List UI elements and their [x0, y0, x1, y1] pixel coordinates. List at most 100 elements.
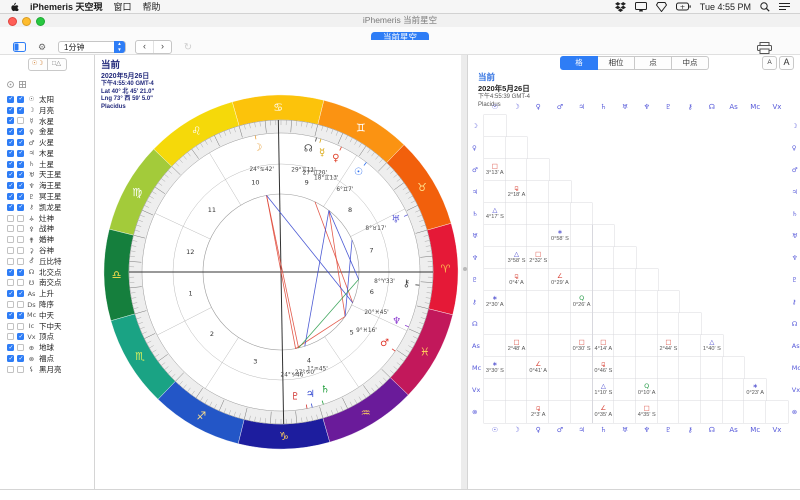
grid-checkbox-北交点[interactable]	[17, 269, 24, 276]
wheel-checkbox-天王星[interactable]	[7, 171, 14, 178]
diamond-icon[interactable]	[656, 2, 667, 12]
wheel-checkbox-福点[interactable]	[7, 355, 14, 362]
points-sidebar: ☉☽□△ ☉太阳☽月亮☿水星♀金星♂火星♃木星♄土星♅天王星♆海王星♇冥王星⚷凯…	[0, 55, 95, 489]
menu-clock[interactable]: Tue 4:55 PM	[700, 2, 751, 12]
aspect-cell-♄-♃	[571, 203, 593, 225]
font-larger-button[interactable]: A	[779, 56, 794, 70]
tab-格[interactable]: 格	[560, 56, 598, 70]
time-step-dropdown[interactable]: 1分钟 ▲▼	[58, 41, 126, 53]
display-icon[interactable]	[635, 2, 647, 12]
tab-中点[interactable]: 中点	[672, 56, 709, 70]
wheel-checkbox-火星[interactable]	[7, 139, 14, 146]
battery-icon[interactable]: +	[676, 2, 691, 11]
wheel-checkbox-太阳[interactable]	[7, 96, 14, 103]
wheel-checkbox-下中天[interactable]	[7, 323, 14, 330]
grid-checkbox-战神[interactable]	[17, 225, 24, 232]
sidebar-toggle-icon[interactable]	[12, 42, 26, 53]
aspect-orb-value: 0°35' A	[595, 412, 613, 419]
grid-checkbox-灶神[interactable]	[17, 215, 24, 222]
grid-checkbox-水星[interactable]	[17, 117, 24, 124]
wheel-checkbox-灶神[interactable]	[7, 215, 14, 222]
dropbox-icon[interactable]	[615, 2, 626, 12]
grid-checkbox-天王星[interactable]	[17, 171, 24, 178]
close-window-button[interactable]	[8, 17, 17, 26]
grid-col-header-bottom: Mc	[744, 426, 766, 434]
wheel-checkbox-降序[interactable]	[7, 301, 14, 308]
point-row-5: ♃木星	[7, 148, 94, 159]
grid-checkbox-谷神[interactable]	[17, 247, 24, 254]
gear-icon[interactable]: ⚙	[35, 42, 49, 53]
point-label: 婚神	[39, 234, 54, 245]
panel-splitter[interactable]	[461, 55, 468, 489]
tab-点[interactable]: 点	[635, 56, 672, 70]
wheel-checkbox-金星[interactable]	[7, 128, 14, 135]
sidebar-tab-bodies[interactable]: ☉☽	[28, 58, 48, 71]
grid-checkbox-凯龙星[interactable]	[17, 204, 24, 211]
stepper-icon[interactable]: ▲▼	[114, 41, 125, 53]
grid-checkbox-丘比特[interactable]	[17, 258, 24, 265]
wheel-checkbox-上升[interactable]	[7, 290, 14, 297]
wheel-checkbox-土星[interactable]	[7, 161, 14, 168]
step-forward-button[interactable]: ›	[154, 41, 171, 53]
grid-checkbox-冥王星[interactable]	[17, 193, 24, 200]
grid-checkbox-南交点[interactable]	[17, 279, 24, 286]
wheel-checkbox-冥王星[interactable]	[7, 193, 14, 200]
wheel-checkbox-海王星[interactable]	[7, 182, 14, 189]
step-back-button[interactable]: ‹	[136, 41, 154, 53]
point-row-11: ⚶灶神	[7, 213, 94, 224]
grid-checkbox-婚神[interactable]	[17, 236, 24, 243]
grid-checkbox-海王星[interactable]	[17, 182, 24, 189]
grid-checkbox-上升[interactable]	[17, 290, 24, 297]
wheel-checkbox-地球[interactable]	[7, 344, 14, 351]
aspect-cell-♅-♂: ∗0°58' S	[549, 225, 571, 247]
aspect-cell-♆-☽: △3°58' S	[506, 247, 528, 269]
grid-checkbox-火星[interactable]	[17, 139, 24, 146]
wheel-checkbox-谷神[interactable]	[7, 247, 14, 254]
house-number-5: 5	[350, 328, 354, 336]
menu-item-1[interactable]: 窗口	[114, 0, 132, 13]
grid-checkbox-黑月亮[interactable]	[17, 366, 24, 373]
grid-checkbox-顶点[interactable]	[17, 333, 24, 340]
apple-menu-icon[interactable]	[10, 1, 19, 12]
wheel-checkbox-中天[interactable]	[7, 312, 14, 319]
aspect-glyph-△: △	[709, 339, 714, 346]
splitter-handle[interactable]	[463, 267, 467, 271]
grid-checkbox-金星[interactable]	[17, 128, 24, 135]
refresh-now-icon[interactable]: ↻	[181, 42, 195, 53]
aspect-cell-♅-♀	[527, 225, 549, 247]
aspect-cell-Mc-♆	[636, 357, 658, 379]
wheel-checkbox-黑月亮[interactable]	[7, 366, 14, 373]
sidebar-tab-aspects[interactable]: □△	[48, 58, 67, 71]
aspect-cell-As-☉	[484, 335, 506, 357]
tab-相位[interactable]: 相位	[598, 56, 635, 70]
wheel-checkbox-南交点[interactable]	[7, 279, 14, 286]
wheel-checkbox-丘比特[interactable]	[7, 258, 14, 265]
grid-checkbox-木星[interactable]	[17, 150, 24, 157]
wheel-checkbox-婚神[interactable]	[7, 236, 14, 243]
point-label: 黑月亮	[39, 364, 62, 375]
aspect-cell-Mc-☽	[506, 357, 528, 379]
wheel-checkbox-战神[interactable]	[7, 225, 14, 232]
menu-item-0[interactable]: iPhemeris 天空現	[30, 0, 103, 13]
grid-checkbox-土星[interactable]	[17, 161, 24, 168]
zoom-window-button[interactable]	[36, 17, 45, 26]
minimize-window-button[interactable]	[22, 17, 31, 26]
font-smaller-button[interactable]: A	[762, 56, 777, 70]
wheel-checkbox-月亮[interactable]	[7, 107, 14, 114]
menu-item-2[interactable]: 帮助	[143, 0, 161, 13]
spotlight-icon[interactable]	[760, 2, 770, 12]
grid-checkbox-下中天[interactable]	[17, 323, 24, 330]
grid-checkbox-太阳[interactable]	[17, 96, 24, 103]
grid-checkbox-降序[interactable]	[17, 301, 24, 308]
wheel-checkbox-木星[interactable]	[7, 150, 14, 157]
wheel-checkbox-北交点[interactable]	[7, 269, 14, 276]
grid-checkbox-月亮[interactable]	[17, 107, 24, 114]
grid-checkbox-福点[interactable]	[17, 355, 24, 362]
notification-center-icon[interactable]	[779, 2, 790, 11]
wheel-checkbox-顶点[interactable]	[7, 333, 14, 340]
house-number-11: 11	[208, 206, 216, 214]
grid-checkbox-地球[interactable]	[17, 344, 24, 351]
grid-checkbox-中天[interactable]	[17, 312, 24, 319]
wheel-checkbox-水星[interactable]	[7, 117, 14, 124]
wheel-checkbox-凯龙星[interactable]	[7, 204, 14, 211]
